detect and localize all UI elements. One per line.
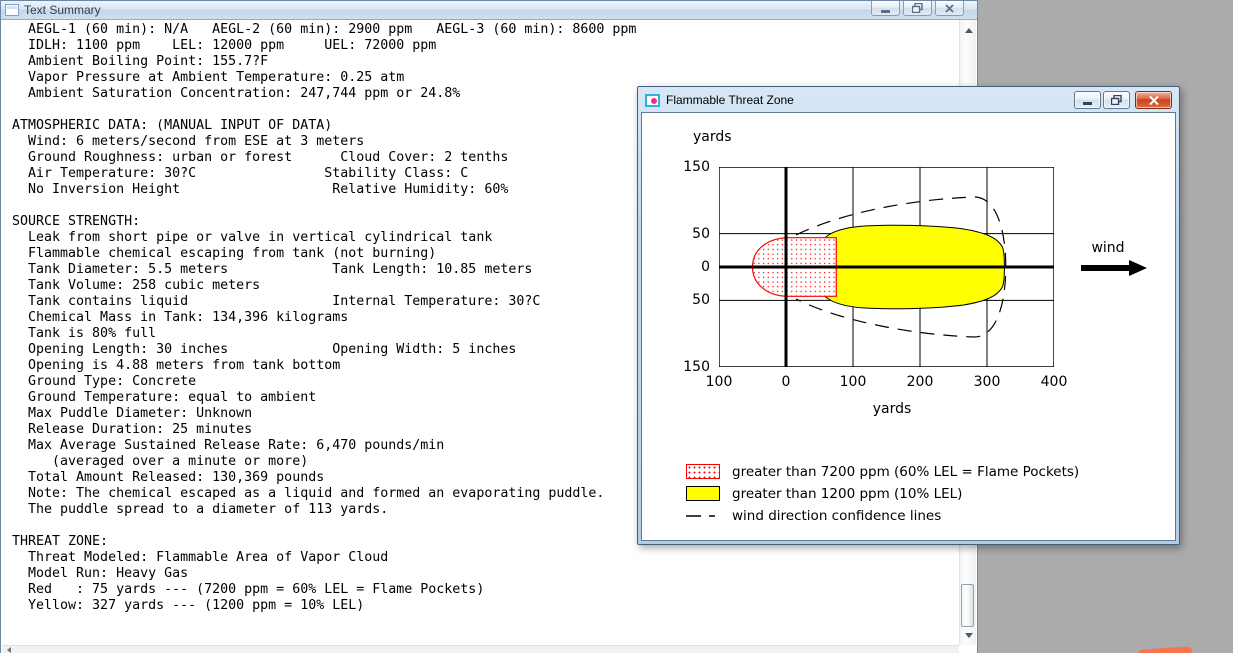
arrow-down-icon <box>964 632 973 638</box>
scroll-up-button[interactable] <box>960 22 977 38</box>
legend-item-confidence: wind direction confidence lines <box>686 508 941 524</box>
dashed-line-swatch <box>686 515 720 517</box>
y-tick-label: 0 <box>701 259 710 275</box>
legend-item-yellow: greater than 1200 ppm (10% LEL) <box>686 486 962 502</box>
flammable-threat-zone-window: Flammable Threat Zone yards 150 50 0 50 … <box>637 86 1180 545</box>
threat-zone-plot-area: yards 150 50 0 50 150 100 0 100 200 300 … <box>641 112 1176 541</box>
x-axis-unit-label: yards <box>872 401 912 417</box>
x-tick-label: 0 <box>781 374 791 390</box>
minimize-button[interactable] <box>871 1 900 16</box>
close-button[interactable] <box>1135 91 1172 109</box>
threat-zone-window-icon <box>645 93 660 107</box>
legend-label: greater than 7200 ppm (60% LEL = Flame P… <box>732 464 1080 480</box>
x-tick-label: 100 <box>839 374 867 390</box>
y-tick-label: 150 <box>683 159 710 175</box>
close-button[interactable] <box>935 1 964 16</box>
vertical-scrollbar-thumb[interactable] <box>961 584 974 627</box>
threat-zone-title: Flammable Threat Zone <box>666 93 794 107</box>
text-summary-window-icon <box>5 4 19 16</box>
restore-button[interactable] <box>1103 91 1130 109</box>
scroll-down-button[interactable] <box>960 627 977 643</box>
text-summary-titlebar[interactable]: Text Summary <box>1 1 977 20</box>
minimize-button[interactable] <box>1074 91 1101 109</box>
horizontal-scrollbar[interactable] <box>2 645 959 653</box>
restore-icon <box>912 3 923 13</box>
y-tick-label: 150 <box>683 359 710 375</box>
x-tick-label: 400 <box>1040 374 1068 390</box>
text-summary-title: Text Summary <box>24 3 101 17</box>
threat-zone-titlebar[interactable]: Flammable Threat Zone <box>640 89 1177 111</box>
x-tick-label: 300 <box>973 374 1001 390</box>
wind-arrow-icon <box>1081 260 1147 276</box>
restore-button[interactable] <box>903 1 932 16</box>
threat-zone-plot <box>719 167 1054 367</box>
x-tick-label: 200 <box>906 374 934 390</box>
y-axis-unit-label: yards <box>693 129 732 145</box>
legend-item-red: greater than 7200 ppm (60% LEL = Flame P… <box>686 464 1079 480</box>
legend-label: wind direction confidence lines <box>732 508 942 524</box>
arrow-left-icon <box>7 646 11 653</box>
y-tick-label: 50 <box>692 292 710 308</box>
x-tick-label: 100 <box>705 374 733 390</box>
y-tick-label: 50 <box>692 226 710 242</box>
plot-axes <box>719 167 1054 367</box>
app-desktop: { "app_background_color": "#ababab", "te… <box>0 0 1233 653</box>
arrow-up-icon <box>964 27 973 33</box>
minimize-icon <box>1082 101 1092 105</box>
yellow-zone-swatch <box>686 486 720 501</box>
close-icon <box>1148 95 1159 105</box>
text-summary-window-controls <box>871 1 964 16</box>
wind-label: wind <box>1091 240 1125 256</box>
minimize-icon <box>880 9 890 13</box>
legend-label: greater than 1200 ppm (10% LEL) <box>732 486 963 502</box>
threat-zone-window-controls <box>1074 91 1172 109</box>
red-zone-swatch <box>686 464 720 479</box>
background-object-sliver <box>1137 646 1193 653</box>
restore-icon <box>1111 95 1122 105</box>
close-icon <box>945 3 954 13</box>
